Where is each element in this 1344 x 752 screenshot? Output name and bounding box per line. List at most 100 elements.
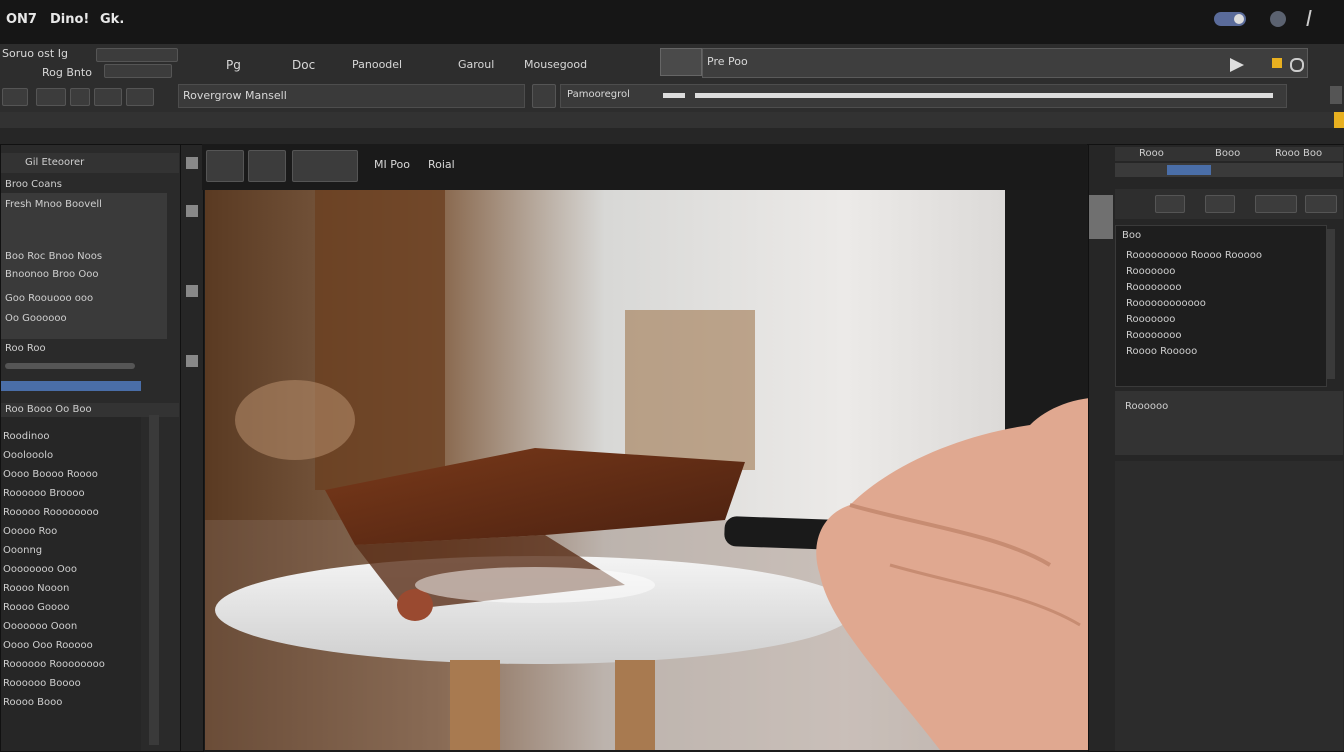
right-icons-row xyxy=(1115,189,1343,219)
ruler-row xyxy=(0,128,1344,145)
options-label: Rovergrow Mansell xyxy=(183,89,287,102)
property-row-3[interactable]: Goo Roouooo ooo xyxy=(5,293,93,304)
layers-list: Roodinoo Ooolooolo Oooo Boooo Roooo Rooo… xyxy=(1,417,141,751)
toolbar-row-3 xyxy=(0,112,1344,129)
tool-icon[interactable] xyxy=(186,285,198,297)
layer-item[interactable]: Roooo Nooon xyxy=(3,583,69,594)
right-list-header: Boo xyxy=(1122,230,1142,241)
menu-item-0[interactable]: ON7 xyxy=(6,12,37,27)
left-title-row-0: Soruo ost Ig xyxy=(2,47,68,60)
tool-button-1[interactable] xyxy=(2,88,28,106)
home-icon[interactable] xyxy=(206,150,244,182)
address-progress-start xyxy=(663,93,685,98)
right-list-item[interactable]: Roooo Rooooo xyxy=(1126,346,1197,357)
layer-item[interactable]: Ooolooolo xyxy=(3,450,53,461)
icon-button[interactable] xyxy=(1205,195,1235,213)
play-icon[interactable] xyxy=(1230,58,1244,72)
crop-icon[interactable] xyxy=(248,150,286,182)
info-icon[interactable] xyxy=(1290,58,1304,72)
left-title-row-1: Rog Bnto xyxy=(42,66,92,79)
right-panel: Rooo Booo Rooo Boo Boo Rooooooooo Roooo … xyxy=(1088,144,1344,752)
menu-item-2[interactable]: Gk. xyxy=(100,12,124,27)
tool-icon[interactable] xyxy=(186,355,198,367)
property-row-4[interactable]: Oo Goooooo xyxy=(5,313,67,324)
layer-item[interactable]: Oooo Ooo Rooooo xyxy=(3,640,93,651)
tool-icon[interactable] xyxy=(186,157,198,169)
document-subtitle: Roial xyxy=(428,158,455,171)
icon-button[interactable] xyxy=(1255,195,1297,213)
layers-header-text: Roo Booo Oo Boo xyxy=(5,404,92,415)
layer-item[interactable]: Ooonng xyxy=(3,545,42,556)
toolbar-row-1: Soruo ost Ig Rog Bnto Pg Doc Panoodel Ga… xyxy=(0,44,1344,81)
group-label: Broo Coans xyxy=(5,179,62,190)
toolbar-item-0[interactable]: Pg xyxy=(226,58,241,72)
right-subtoolbar xyxy=(1115,163,1343,177)
right-list-item[interactable]: Rooooooo xyxy=(1126,266,1175,277)
panel-toggle[interactable] xyxy=(1330,86,1342,104)
slider-label: Roo Roo xyxy=(5,343,46,354)
tool-icon[interactable] xyxy=(186,205,198,217)
layers-scrollbar[interactable] xyxy=(149,415,159,745)
right-tab-0[interactable]: Rooo xyxy=(1139,148,1164,159)
layer-item[interactable]: Roooo Goooo xyxy=(3,602,69,613)
address-label: Pamooregrol xyxy=(567,89,630,100)
left-panel-header: Gil Eteoorer xyxy=(1,153,179,173)
preview-label: Roooooo xyxy=(1125,401,1169,412)
right-list-item[interactable]: Rooooooo xyxy=(1126,314,1175,325)
property-row-2[interactable]: Bnoonoo Broo Ooo xyxy=(5,269,98,280)
layer-item[interactable]: Oooooooo Ooo xyxy=(3,564,77,575)
tool-button-4[interactable] xyxy=(94,88,122,106)
right-list-item[interactable]: Roooooooo xyxy=(1126,330,1181,341)
layer-item[interactable]: Rooooo Roooooooo xyxy=(3,507,99,518)
property-row-1[interactable]: Boo Roc Bnoo Noos xyxy=(5,251,102,262)
tools-strip xyxy=(180,144,204,752)
menu-item-1[interactable]: Dino! xyxy=(50,12,89,27)
tool-button-2[interactable] xyxy=(36,88,66,106)
layer-item[interactable]: Oooo Boooo Roooo xyxy=(3,469,98,480)
left-panel-header-text: Gil Eteoorer xyxy=(25,157,85,168)
right-tab-1[interactable]: Booo xyxy=(1215,148,1240,159)
lock-icon[interactable] xyxy=(532,84,556,108)
warning-icon[interactable] xyxy=(1272,58,1282,68)
icon-button[interactable] xyxy=(1305,195,1337,213)
right-list-item[interactable]: Roooooooooooo xyxy=(1126,298,1206,309)
user-icon[interactable] xyxy=(1270,11,1286,27)
layer-item[interactable]: Roooooo Roooooooo xyxy=(3,659,105,670)
mode-toggle[interactable] xyxy=(1214,12,1246,26)
toolbar-item-2[interactable]: Panoodel xyxy=(352,58,402,71)
option-dropdown-2[interactable] xyxy=(104,64,172,78)
tool-button-5[interactable] xyxy=(126,88,154,106)
properties-icon[interactable] xyxy=(1089,195,1113,239)
toolbar-item-4[interactable]: Mousegood xyxy=(524,58,587,71)
layer-item[interactable]: Ooooo Roo xyxy=(3,526,57,537)
layer-item[interactable]: Ooooooo Ooon xyxy=(3,621,77,632)
right-list-item[interactable]: Roooooooo xyxy=(1126,282,1181,293)
right-list: Boo Rooooooooo Roooo Rooooo Rooooooo Roo… xyxy=(1115,225,1327,387)
layer-item[interactable]: Roooo Booo xyxy=(3,697,62,708)
toolbar-item-1[interactable]: Doc xyxy=(292,58,315,72)
opacity-slider[interactable] xyxy=(5,363,135,369)
toolbar-item-3[interactable]: Garoul xyxy=(458,58,494,71)
active-toggle[interactable] xyxy=(1167,165,1211,175)
layer-item[interactable]: Roodinoo xyxy=(3,431,49,442)
property-row-0[interactable]: Fresh Mnoo Boovell xyxy=(5,199,102,210)
right-tab-2[interactable]: Rooo Boo xyxy=(1275,148,1322,159)
option-dropdown[interactable] xyxy=(96,48,178,62)
document-title: MI Poo xyxy=(374,158,410,171)
address-field[interactable]: Pamooregrol xyxy=(560,84,1287,108)
address-progress xyxy=(695,93,1273,98)
home-tab-icon[interactable] xyxy=(660,48,702,76)
right-list-scrollbar[interactable] xyxy=(1327,229,1335,379)
accent-indicator xyxy=(1334,112,1344,128)
tool-button-3[interactable] xyxy=(70,88,90,106)
document-tab[interactable]: Pre Poo xyxy=(702,48,1308,78)
icon-button[interactable] xyxy=(1155,195,1185,213)
slash-icon[interactable] xyxy=(1306,10,1312,26)
car-icon[interactable] xyxy=(292,150,358,182)
layer-item[interactable]: Roooooo Broooo xyxy=(3,488,85,499)
layer-item[interactable]: Roooooo Boooo xyxy=(3,678,81,689)
selected-row[interactable] xyxy=(1,381,141,391)
right-tabs: Rooo Booo Rooo Boo xyxy=(1115,147,1343,161)
right-list-item[interactable]: Rooooooooo Roooo Rooooo xyxy=(1126,250,1262,261)
options-field[interactable]: Rovergrow Mansell xyxy=(178,84,525,108)
